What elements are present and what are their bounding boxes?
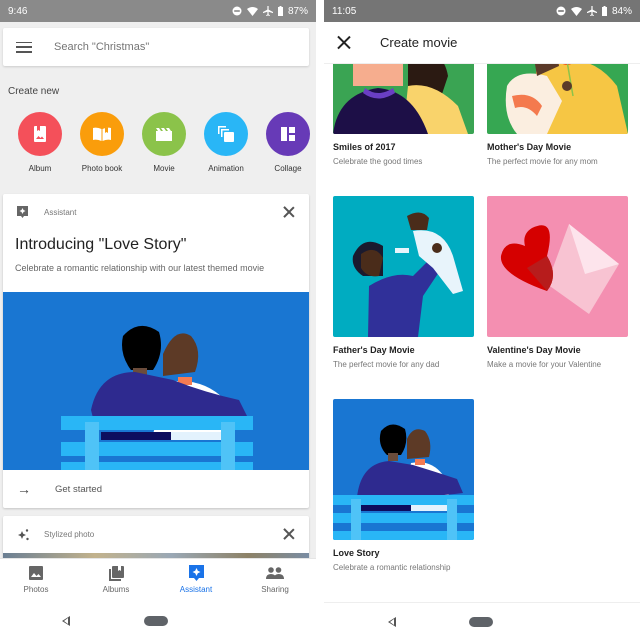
sparkle-icon [18,528,29,540]
movie-title: Valentine's Day Movie [487,345,581,355]
card-subtitle: Celebrate a romantic relationship with o… [15,263,265,273]
create-item-label: Animation [208,164,244,173]
photos-icon [29,566,43,580]
battery-icon [601,6,607,16]
back-icon[interactable] [388,617,396,627]
battery-percent: 84% [611,5,632,17]
collage-icon [266,112,310,156]
do-not-disturb-icon [556,6,566,16]
page-title: Create movie [380,35,458,50]
movie-subtitle: Celebrate a romantic relationship [333,563,451,572]
wifi-icon [570,6,582,16]
photo-book-icon [80,112,124,156]
animation-icon [204,112,248,156]
create-item-label: Collage [274,164,302,173]
airplane-icon [262,6,273,16]
system-navigation-bar [0,602,316,640]
status-bar: 9:46 87% [0,0,316,22]
do-not-disturb-icon [232,6,242,16]
love-story-thumbnail [333,399,474,540]
wifi-icon [246,6,258,16]
create-new-heading: Create new [8,86,60,97]
movie-title: Smiles of 2017 [333,142,396,152]
create-photo-book-button[interactable]: Photo book [72,112,132,173]
nav-assistant[interactable]: Assistant [161,564,231,594]
albums-icon [108,565,124,581]
movie-tile-valentines-day[interactable]: Valentine's Day Movie Make a movie for y… [487,196,628,369]
status-bar: 11:05 84% [324,0,640,22]
get-started-button[interactable]: → Get started [3,470,309,508]
hamburger-menu-icon[interactable] [16,41,32,53]
system-navigation-bar [324,602,640,640]
assistant-card-love-story[interactable]: Assistant Introducing "Love Story" Celeb… [3,194,309,508]
create-item-label: Album [28,164,52,173]
movie-subtitle: The perfect movie for any dad [333,360,440,369]
status-time: 9:46 [8,5,28,17]
movie-tile-fathers-day[interactable]: Father's Day Movie The perfect movie for… [333,196,474,369]
nav-photos[interactable]: Photos [1,565,71,594]
assistant-badge-icon [17,205,28,218]
back-icon[interactable] [62,616,70,626]
battery-icon [277,6,283,16]
nav-label: Photos [23,585,49,594]
love-story-illustration[interactable] [3,292,309,470]
movie-title: Love Story [333,548,380,558]
movie-tile-smiles-2017[interactable]: Smiles of 2017 Celebrate the good times [333,46,474,166]
search-input[interactable] [54,41,254,53]
movie-subtitle: Make a movie for your Valentine [487,360,602,369]
search-bar[interactable] [3,28,309,66]
assistant-icon [188,564,204,581]
arrow-right-icon: → [17,481,31,497]
movie-title: Father's Day Movie [333,345,415,355]
screen-divider [316,0,324,640]
screenshot-pair: 9:46 87% Create new Album [0,0,640,640]
dismiss-card-icon[interactable] [283,528,295,540]
nav-label: Assistant [179,585,213,594]
create-album-button[interactable]: Album [10,112,70,173]
create-new-row: Album Photo book Movie Animation Collage [0,112,316,176]
card-header: Assistant [3,194,309,230]
card-type-label: Assistant [44,207,77,217]
get-started-label: Get started [55,483,102,495]
create-item-label: Photo book [81,164,123,173]
fathers-day-thumbnail [333,196,474,337]
card-header: Stylized photo [3,516,309,552]
movie-subtitle: The perfect movie for any mom [487,157,598,166]
home-button[interactable] [469,617,493,627]
create-item-label: Movie [153,164,175,173]
nav-label: Sharing [261,585,289,594]
create-collage-button[interactable]: Collage [258,112,316,173]
card-title: Introducing "Love Story" [15,236,187,253]
movie-tile-love-story[interactable]: Love Story Celebrate a romantic relation… [333,399,474,572]
movie-subtitle: Celebrate the good times [333,157,423,166]
status-time: 11:05 [332,5,357,17]
card-type-label: Stylized photo [44,529,95,539]
bottom-navigation: Photos Albums Assistant Sharing [0,558,316,602]
app-bar: Create movie [324,22,640,64]
home-button[interactable] [144,616,168,626]
nav-sharing[interactable]: Sharing [240,565,310,594]
close-icon[interactable] [337,36,350,49]
album-icon [18,112,62,156]
nav-albums[interactable]: Albums [81,565,151,594]
create-animation-button[interactable]: Animation [196,112,256,173]
movie-title: Mother's Day Movie [487,142,572,152]
create-movie-screen: 11:05 84% Create movie Smiles of 2017 Ce… [324,0,640,640]
create-movie-button[interactable]: Movie [134,112,194,173]
airplane-icon [586,6,597,16]
dismiss-card-icon[interactable] [283,206,295,218]
battery-percent: 87% [287,5,308,17]
nav-label: Albums [102,585,130,594]
google-photos-assistant-screen: 9:46 87% Create new Album [0,0,316,640]
sharing-icon [266,567,284,579]
movie-icon [142,112,186,156]
valentines-day-thumbnail [487,196,628,337]
movie-tile-mothers-day[interactable]: Mother's Day Movie The perfect movie for… [487,46,628,166]
